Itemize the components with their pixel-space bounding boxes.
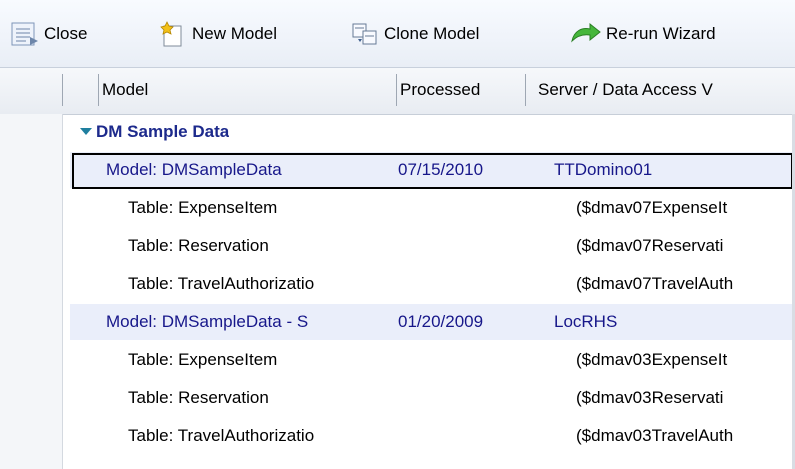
table-name-cell: Table: Reservation (128, 388, 269, 407)
server-cell: ($dmav07ExpenseIt (576, 198, 728, 217)
table-name-cell: Table: ExpenseItem (128, 198, 278, 217)
table-row[interactable]: Table: Reservation ($dmav03Reservati (70, 380, 795, 416)
close-panel-icon (10, 19, 40, 49)
server-cell: LocRHS (554, 312, 618, 331)
processed-date-cell (398, 266, 528, 302)
processed-date-cell: 07/15/2010 (398, 160, 484, 179)
server-cell: ($dmav03ExpenseIt (576, 350, 728, 369)
header-divider[interactable] (525, 74, 526, 106)
table-name-cell: Table: ExpenseItem (128, 350, 278, 369)
table-name-cell: Table: TravelAuthorizatio (128, 274, 315, 293)
clone-model-button[interactable]: Clone Model (350, 0, 479, 67)
model-name-cell: Model: DMSampleData (106, 160, 282, 179)
close-button-label: Close (44, 23, 88, 43)
table-row[interactable]: Model: DMSampleData - S 01/20/2009 LocRH… (70, 304, 795, 340)
table-name-cell: Table: TravelAuthorizatio (128, 426, 315, 445)
toolbar: Close New Model Clone Model Re-run Wizar… (0, 0, 795, 68)
processed-date-cell (398, 342, 528, 378)
column-header-server[interactable]: Server / Data Access V (538, 74, 795, 106)
model-tree-grid: DM Sample Data Model: DMSampleData 07/15… (70, 114, 795, 469)
tree-group-row[interactable]: DM Sample Data (70, 114, 795, 150)
clone-model-icon (350, 19, 380, 49)
server-cell: ($dmav03TravelAuth (576, 426, 734, 445)
table-row[interactable]: Table: TravelAuthorizatio ($dmav07Travel… (70, 266, 795, 302)
header-divider (98, 74, 99, 106)
new-model-button[interactable]: New Model (158, 0, 277, 67)
row-gutter (0, 114, 63, 469)
processed-date-cell: 01/20/2009 (398, 312, 484, 331)
table-name-cell: Table: Reservation (128, 236, 269, 255)
server-cell: TTDomino01 (554, 160, 653, 179)
processed-date-cell (398, 418, 528, 454)
header-divider[interactable] (396, 74, 397, 106)
new-model-button-label: New Model (192, 23, 278, 43)
table-row[interactable]: Table: Reservation ($dmav07Reservati (70, 228, 795, 264)
server-cell: ($dmav07TravelAuth (576, 274, 734, 293)
processed-date-cell (398, 190, 528, 226)
rerun-wizard-button[interactable]: Re-run Wizard (568, 0, 716, 67)
tree-group-label: DM Sample Data (96, 122, 230, 141)
server-cell: ($dmav07Reservati (576, 236, 724, 255)
table-row[interactable]: Table: ExpenseItem ($dmav03ExpenseIt (70, 342, 795, 378)
processed-date-cell (398, 380, 528, 416)
model-name-cell: Model: DMSampleData - S (106, 312, 309, 331)
close-button[interactable]: Close (10, 0, 87, 67)
new-model-icon (158, 19, 188, 49)
rerun-wizard-button-label: Re-run Wizard (606, 23, 716, 43)
table-row[interactable]: Model: DMSampleData 07/15/2010 TTDomino0… (70, 152, 795, 189)
table-row[interactable]: Table: TravelAuthorizatio ($dmav03Travel… (70, 418, 795, 454)
column-header-model[interactable]: Model (102, 74, 394, 106)
clone-model-button-label: Clone Model (384, 23, 480, 43)
column-header-processed[interactable]: Processed (400, 74, 520, 106)
rerun-arrow-icon (568, 19, 602, 49)
server-cell: ($dmav03Reservati (576, 388, 724, 407)
table-row[interactable]: Table: ExpenseItem ($dmav07ExpenseIt (70, 190, 795, 226)
header-divider (62, 74, 63, 106)
column-header-bar: Model Processed Server / Data Access V (0, 68, 795, 115)
processed-date-cell (398, 228, 528, 264)
